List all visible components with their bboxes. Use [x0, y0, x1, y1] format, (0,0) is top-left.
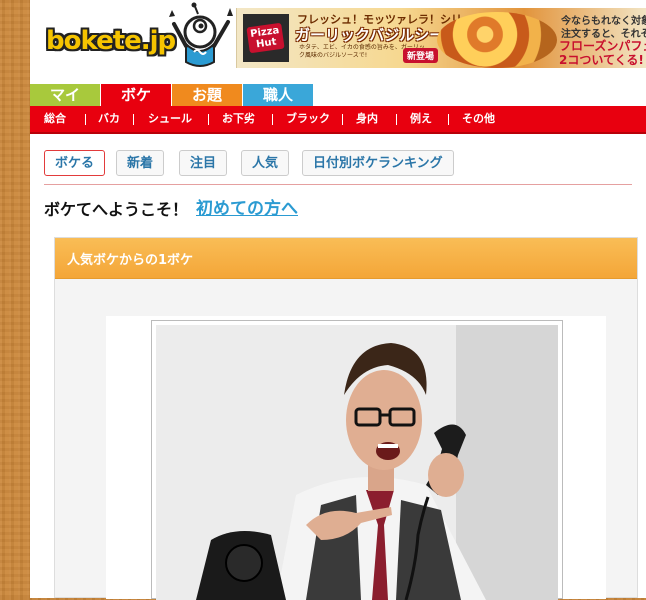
subnav-divider	[208, 114, 209, 125]
filter-daily-ranking-button[interactable]: 日付別ボケランキング	[302, 150, 454, 176]
tab-my[interactable]: マイ	[30, 84, 100, 106]
site-logo[interactable]: bokete.jp	[46, 26, 176, 56]
photo-frame[interactable]	[151, 320, 563, 600]
tab-boke[interactable]: ボケ	[101, 84, 171, 106]
ad-new-badge: 新登場	[403, 48, 439, 63]
angry-man-on-phone-image	[156, 325, 558, 600]
subnav-divider	[133, 114, 134, 125]
tab-odai[interactable]: お題	[172, 84, 242, 106]
filter-popular-button[interactable]: 人気	[241, 150, 290, 176]
filter-featured-button[interactable]: 注目	[179, 150, 228, 176]
subnav-item-sonota[interactable]: その他	[462, 106, 495, 132]
boke-card	[106, 316, 606, 600]
main-tabs: マイ ボケ お題 職人	[30, 84, 646, 106]
subnav-item-black[interactable]: ブラック	[286, 106, 330, 132]
subnav-item-miuchi[interactable]: 身内	[356, 106, 378, 132]
panel-header: 人気ボケからの1ボケ	[55, 238, 637, 279]
popular-boke-panel: 人気ボケからの1ボケ	[54, 237, 638, 600]
subnav-item-baka[interactable]: バカ	[98, 106, 120, 132]
pizza-hut-logo: Pizza Hut	[243, 14, 289, 62]
pizza-image	[437, 12, 557, 68]
beginners-guide-link[interactable]: 初めての方へ	[196, 194, 298, 219]
mascot-icon	[169, 2, 233, 67]
category-subnav: 総合 バカ シュール お下劣 ブラック 身内 例え その他	[30, 106, 646, 134]
panel-title: 人気ボケからの1ボケ	[67, 253, 194, 268]
page: bokete.jp Pizza Hut フレッシュ！モッツァレラ！シリーズ ガーリ…	[30, 0, 646, 600]
subnav-item-tatoe[interactable]: 例え	[410, 106, 432, 132]
subnav-item-sougou[interactable]: 総合	[44, 106, 66, 132]
subnav-divider	[448, 114, 449, 125]
header: bokete.jp Pizza Hut フレッシュ！モッツァレラ！シリーズ ガーリ…	[30, 0, 646, 78]
filter-boke-button[interactable]: ボケる	[44, 150, 106, 176]
pizza-hut-ad-banner[interactable]: Pizza Hut フレッシュ！モッツァレラ！シリーズ ガーリックバジルシーフード…	[236, 8, 646, 68]
welcome-text: ボケてへようこそ！	[44, 200, 189, 219]
filter-new-button[interactable]: 新着	[116, 150, 165, 176]
subnav-divider	[85, 114, 86, 125]
boke-photo[interactable]	[156, 325, 558, 600]
ad-right-line4: 2コついてくる!	[559, 53, 644, 67]
subnav-divider	[342, 114, 343, 125]
subnav-item-gehin[interactable]: お下劣	[222, 106, 255, 132]
subnav-divider	[272, 114, 273, 125]
ad-brand-line2: Hut	[255, 36, 278, 51]
subnav-item-surreal[interactable]: シュール	[148, 106, 192, 132]
subnav-divider	[396, 114, 397, 125]
divider	[44, 184, 632, 185]
tab-shokunin[interactable]: 職人	[243, 84, 313, 106]
